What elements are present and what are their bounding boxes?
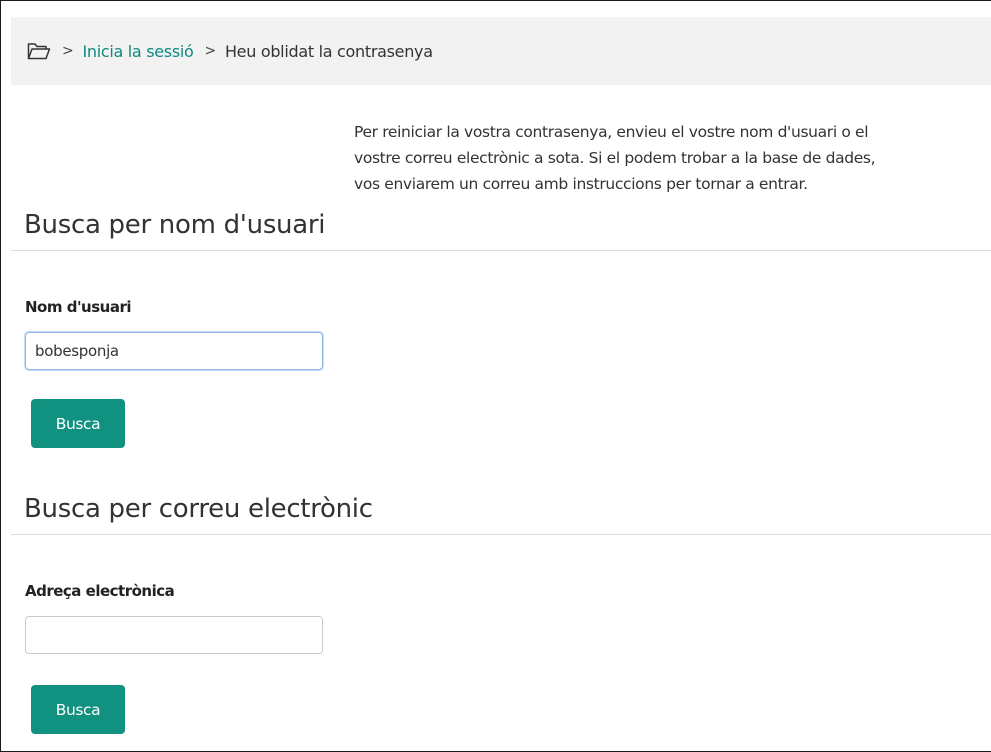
instructions-line: vos enviarem un correu amb instruccions … (354, 175, 808, 193)
username-section-title: Busca per nom d'usuari (24, 210, 326, 240)
page-frame: > Inicia la sessió > Heu oblidat la cont… (0, 0, 991, 752)
email-section-title: Busca per correu electrònic (24, 494, 373, 524)
instructions-line: vostre correu electrònic a sota. Si el p… (354, 149, 876, 167)
instructions-line: Per reiniciar la vostra contrasenya, env… (354, 123, 869, 141)
folder-icon[interactable] (27, 42, 51, 60)
username-input[interactable] (25, 332, 323, 370)
username-field-label: Nom d'usuari (25, 298, 132, 316)
section-divider (11, 534, 991, 535)
search-email-button[interactable]: Busca (31, 685, 125, 734)
section-divider (11, 250, 991, 251)
search-username-button[interactable]: Busca (31, 399, 125, 448)
email-field-label: Adreça electrònica (25, 582, 175, 600)
breadcrumb: > Inicia la sessió > Heu oblidat la cont… (11, 17, 991, 85)
breadcrumb-link-login[interactable]: Inicia la sessió (82, 42, 193, 61)
instructions-text: Per reiniciar la vostra contrasenya, env… (354, 119, 991, 197)
breadcrumb-separator: > (204, 43, 217, 59)
email-input[interactable] (25, 616, 323, 654)
breadcrumb-current-page: Heu oblidat la contrasenya (224, 41, 433, 61)
breadcrumb-separator: > (62, 43, 74, 59)
